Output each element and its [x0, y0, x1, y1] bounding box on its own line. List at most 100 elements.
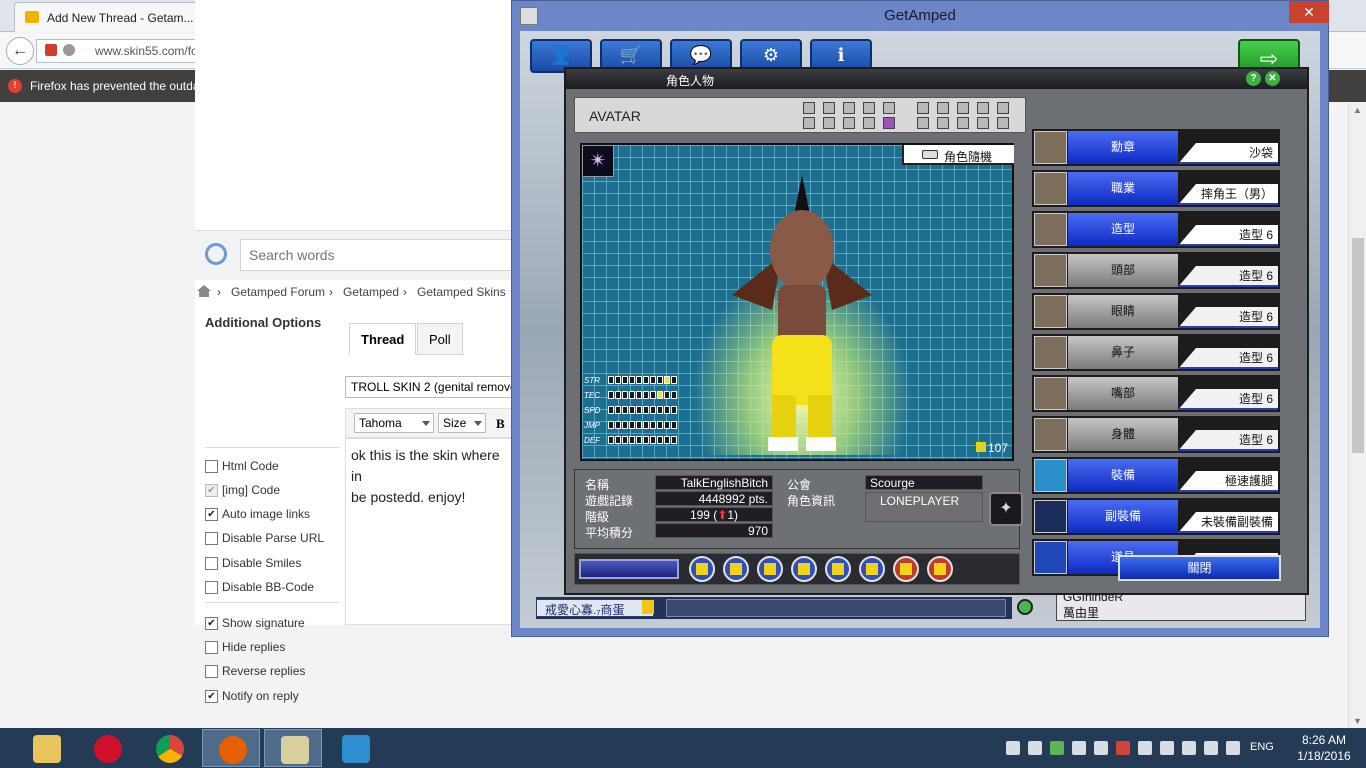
chevron-down-icon[interactable]: [642, 600, 654, 614]
font-select[interactable]: Tahoma: [354, 413, 434, 433]
page-scrollbar[interactable]: ▲ ▼: [1348, 103, 1366, 728]
avatar-slot[interactable]: [803, 102, 815, 114]
part-nose[interactable]: 鼻子 造型 6: [1032, 334, 1280, 371]
checkbox[interactable]: [205, 557, 218, 570]
avatar-slot[interactable]: [863, 117, 875, 129]
volume-icon[interactable]: [1138, 741, 1152, 755]
part-equipment[interactable]: 裝備 極速護腿: [1032, 457, 1280, 494]
network-icon[interactable]: [1182, 741, 1196, 755]
size-select[interactable]: Size: [438, 413, 486, 433]
clock[interactable]: 8:26 AM 1/18/2016: [1286, 732, 1362, 764]
game-close-button[interactable]: ✕: [1289, 1, 1329, 23]
avatar-slot[interactable]: [863, 102, 875, 114]
gem-icon[interactable]: [927, 556, 953, 582]
part-eyes[interactable]: 眼睛 造型 6: [1032, 293, 1280, 330]
battery-icon[interactable]: [1204, 741, 1218, 755]
bold-button[interactable]: B: [496, 416, 505, 432]
checkbox[interactable]: [205, 641, 218, 654]
message-body[interactable]: ok this is the skin where in be postedd.…: [345, 438, 515, 625]
tray-app-icon[interactable]: [1028, 741, 1042, 755]
site-identity-icon[interactable]: [63, 44, 75, 56]
breadcrumb-link[interactable]: Getamped: [343, 285, 399, 299]
back-button[interactable]: ←: [6, 37, 34, 65]
taskbar-smart[interactable]: [326, 729, 384, 767]
avatar-slot[interactable]: [957, 117, 969, 129]
gem-icon[interactable]: [689, 556, 715, 582]
subject-field[interactable]: TROLL SKIN 2 (genital remove: [345, 376, 515, 398]
tray-app-icon[interactable]: [1006, 741, 1020, 755]
chat-send-icon[interactable]: [1017, 599, 1033, 615]
gem-icon[interactable]: [859, 556, 885, 582]
checkbox[interactable]: ✔: [205, 690, 218, 703]
avatar-slot[interactable]: [957, 102, 969, 114]
checkbox[interactable]: ✔: [205, 617, 218, 630]
avatar-slot[interactable]: [937, 102, 949, 114]
avatar-slot[interactable]: [937, 117, 949, 129]
taskbar-chrome[interactable]: [140, 729, 198, 767]
checkbox[interactable]: [205, 460, 218, 473]
search-input[interactable]: [240, 239, 520, 271]
equipment-icon: [1034, 459, 1067, 492]
gem-icon[interactable]: [893, 556, 919, 582]
taskbar-opera[interactable]: [78, 729, 136, 767]
firefox-icon: [219, 736, 247, 764]
speaker-icon[interactable]: [1226, 741, 1240, 755]
checkbox[interactable]: ✔: [205, 508, 218, 521]
scroll-down-icon[interactable]: ▼: [1353, 716, 1362, 726]
chat-input[interactable]: [666, 599, 1006, 617]
part-medal[interactable]: 勳章 沙袋: [1032, 129, 1280, 166]
part-class[interactable]: 職業 摔角王（男）: [1032, 170, 1280, 207]
scroll-thumb[interactable]: [1352, 238, 1364, 453]
avatar-slot[interactable]: [997, 117, 1009, 129]
home-icon[interactable]: [197, 285, 211, 297]
tab-poll[interactable]: Poll: [417, 323, 463, 355]
tab-thread[interactable]: Thread: [349, 323, 417, 355]
avatar-slot[interactable]: [803, 117, 815, 129]
part-mouth[interactable]: 嘴部 造型 6: [1032, 375, 1280, 412]
close-dialog-button[interactable]: 關閉: [1118, 555, 1281, 581]
chat-channel-select[interactable]: 戒愛心寡.₇商蛋: [536, 599, 654, 617]
part-body[interactable]: 身體 造型 6: [1032, 416, 1280, 453]
avatar-slot[interactable]: [977, 117, 989, 129]
gem-icon[interactable]: [757, 556, 783, 582]
avatar-slot[interactable]: [883, 102, 895, 114]
guild-emblem-icon[interactable]: ✦: [989, 492, 1023, 526]
tray-app-icon[interactable]: [1094, 741, 1108, 755]
tray-app-icon[interactable]: [1116, 741, 1130, 755]
avatar-slot[interactable]: [917, 102, 929, 114]
avatar-slot-selected[interactable]: [883, 117, 895, 129]
user-name[interactable]: 萬由里: [1063, 604, 1099, 621]
gem-icon[interactable]: [723, 556, 749, 582]
flag-icon[interactable]: [1160, 741, 1174, 755]
tray-app-icon[interactable]: [1072, 741, 1086, 755]
breadcrumb-link[interactable]: Getamped Skins: [417, 285, 506, 299]
part-head[interactable]: 頭部 造型 6: [1032, 252, 1280, 289]
avatar-slot[interactable]: [997, 102, 1009, 114]
help-icon[interactable]: ?: [1246, 71, 1261, 86]
checkbox[interactable]: [205, 665, 218, 678]
taskbar-getamped[interactable]: [264, 729, 322, 767]
taskbar-firefox[interactable]: [202, 729, 260, 767]
avatar-slot[interactable]: [977, 102, 989, 114]
random-avatar-button[interactable]: 角色隨機: [902, 145, 1014, 165]
part-style[interactable]: 造型 造型 6: [1032, 211, 1280, 248]
plugin-blocked-icon[interactable]: [45, 44, 57, 56]
avatar-slot[interactable]: [917, 117, 929, 129]
breadcrumb-link[interactable]: Getamped Forum: [231, 285, 325, 299]
avatar-slot[interactable]: [843, 117, 855, 129]
scroll-up-icon[interactable]: ▲: [1353, 105, 1362, 115]
avatar-slot[interactable]: [843, 102, 855, 114]
tray-shield-icon[interactable]: [1050, 741, 1064, 755]
avatar-slot[interactable]: [823, 102, 835, 114]
language-indicator[interactable]: ENG: [1250, 741, 1274, 753]
taskbar-explorer[interactable]: [17, 729, 75, 767]
gem-icon[interactable]: [791, 556, 817, 582]
dialog-close-icon[interactable]: ✕: [1265, 71, 1280, 86]
checkbox[interactable]: ✔: [205, 484, 218, 497]
checkbox[interactable]: [205, 581, 218, 594]
gem-icon[interactable]: [825, 556, 851, 582]
search-icon[interactable]: [205, 243, 227, 265]
part-sub-equipment[interactable]: 副裝備 未裝備副裝備: [1032, 498, 1280, 535]
checkbox[interactable]: [205, 532, 218, 545]
avatar-slot[interactable]: [823, 117, 835, 129]
